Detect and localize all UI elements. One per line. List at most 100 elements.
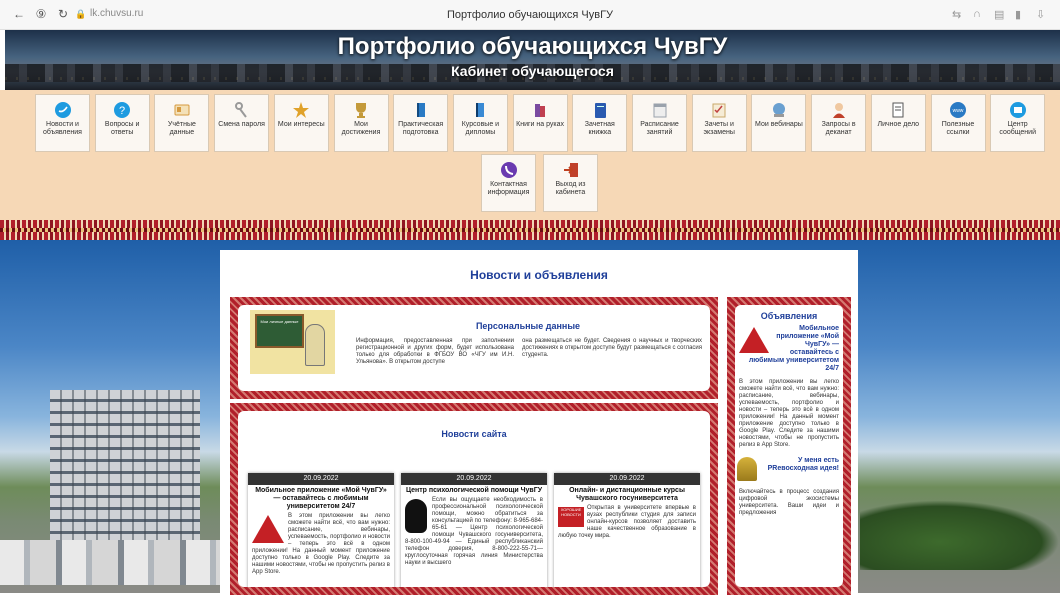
blackboard-caption: Мои личные данные	[260, 319, 299, 324]
svg-text:?: ?	[119, 105, 125, 117]
menu-item-record-book[interactable]: Зачетная книжка	[572, 94, 628, 152]
keys-icon	[234, 102, 247, 118]
classroom-illustration: Мои личные данные	[250, 310, 335, 374]
menu-item-www[interactable]: www Полезные ссылки	[930, 94, 986, 152]
record-book-icon	[594, 103, 606, 118]
news-card[interactable]: 20.09.2022 Центр психологической помощи …	[401, 473, 547, 587]
headphones-icon[interactable]: ∩	[973, 8, 981, 20]
menu-item-label: Книги на руках	[516, 121, 565, 128]
announcements-panel: Объявления Мобильное приложение «Мой Чув…	[727, 297, 851, 595]
menu-item-label: Выход из кабинета	[555, 181, 586, 196]
menu-item-message[interactable]: Центр сообщений	[990, 94, 1046, 152]
site-news-heading[interactable]: Новости сайта	[238, 429, 710, 439]
menu-item-id-card[interactable]: Учётные данные	[154, 94, 210, 152]
www-icon: www	[950, 102, 966, 118]
twitter-icon	[54, 102, 71, 118]
trophy-icon	[737, 457, 757, 481]
menu-item-book[interactable]: Практическая подготовка	[393, 94, 449, 152]
news-card[interactable]: 20.09.2022 Мобильное приложение «Мой Чув…	[248, 473, 394, 587]
file-icon	[892, 102, 904, 118]
trees	[860, 500, 1060, 570]
trophy-icon	[356, 103, 366, 118]
personal-data-text-right: она размещаться не будет. Сведения о нау…	[522, 338, 703, 358]
menu-item-label: Расписание занятий	[640, 121, 679, 136]
menu-item-label: Новости и объявления	[43, 121, 82, 136]
menu-item-label: Центр сообщений	[999, 121, 1036, 136]
svg-text:www: www	[953, 108, 964, 114]
ornament-border	[0, 220, 1060, 240]
news-date: 20.09.2022	[554, 473, 700, 485]
phone-icon	[500, 162, 517, 178]
site-title: Портфолио обучающихся ЧувГУ	[337, 33, 728, 60]
id-card-icon	[174, 104, 190, 116]
menu-item-keys[interactable]: Смена пароля	[214, 94, 270, 152]
menu-item-star[interactable]: Мои интересы	[273, 94, 329, 152]
menu-item-book-blue[interactable]: Курсовые и дипломы	[452, 94, 508, 152]
menu-item-label: Мои интересы	[277, 121, 325, 128]
warning-icon	[252, 515, 284, 543]
announcements-heading[interactable]: Объявления	[735, 311, 843, 321]
browser-toolbar: ← ⑨ ↻ 🔒 lk.chuvsu.ru Портфолио обучающих…	[0, 0, 1060, 30]
content-page: Новости и объявления Персональные данные…	[220, 250, 858, 595]
person-icon	[832, 103, 845, 118]
menu-item-label: Контактная информация	[487, 181, 530, 196]
personal-data-heading[interactable]: Персональные данные	[358, 321, 698, 331]
menu-item-exit[interactable]: Выход из кабинета	[543, 154, 598, 212]
menu-item-schedule[interactable]: Расписание занятий	[632, 94, 687, 152]
menu-item-label: Курсовые и дипломы	[461, 121, 500, 136]
site-subtitle: Кабинет обучающегося	[451, 63, 614, 79]
menu-item-person[interactable]: Запросы в деканат	[811, 94, 867, 152]
question-icon: ?	[114, 102, 131, 118]
menu-row-2: Контактная информация Выход из кабинета	[481, 154, 601, 214]
menu-item-label: Зачеты и экзамены	[703, 121, 735, 136]
bookmark-icon[interactable]: ▮	[1015, 8, 1021, 21]
news-title[interactable]: Центр психологической помощи ЧувГУ	[401, 485, 547, 497]
exit-icon	[563, 163, 578, 177]
personal-data-panel: Персональные данные Мои личные данные Ин…	[230, 297, 718, 399]
warning-icon	[739, 327, 769, 353]
announcement-text: В этом приложении вы легко сможете найти…	[739, 379, 839, 448]
download-icon[interactable]: ⇩	[1036, 8, 1045, 21]
parked-cars	[0, 540, 220, 585]
penguin-icon	[405, 499, 427, 533]
menu-item-question[interactable]: ? Вопросы и ответы	[94, 94, 150, 152]
menu-item-books[interactable]: Книги на руках	[512, 94, 568, 152]
menu-item-label: Вопросы и ответы	[104, 121, 140, 136]
menu-item-trophy[interactable]: Мои достижения	[333, 94, 389, 152]
menu-item-label: Полезные ссылки	[941, 121, 975, 136]
reader-icon[interactable]: ▤	[994, 8, 1004, 21]
menu-item-label: Личное дело	[877, 121, 920, 128]
checklist-icon	[712, 103, 726, 118]
webinar-icon	[772, 103, 785, 117]
news-card[interactable]: 20.09.2022 Онлайн- и дистанционные курсы…	[554, 473, 700, 587]
news-date: 20.09.2022	[401, 473, 547, 485]
menu-item-twitter[interactable]: Новости и объявления	[35, 94, 90, 152]
student-figure	[305, 324, 325, 366]
book-blue-icon	[476, 103, 485, 117]
schedule-icon	[653, 103, 666, 118]
main-menu: Новости и объявления? Вопросы и ответы Учё…	[0, 90, 1060, 220]
book-icon	[416, 103, 425, 117]
news-title[interactable]: Мобильное приложение «Мой ЧувГУ» — остав…	[248, 485, 394, 513]
blackboard: Мои личные данные	[255, 314, 304, 348]
menu-item-file[interactable]: Личное дело	[870, 94, 926, 152]
books-icon	[535, 104, 546, 117]
tab-title: Портфолио обучающихся ЧувГУ	[446, 9, 614, 21]
menu-item-label: Учётные данные	[167, 121, 196, 136]
personal-data-text-left: Информация, предоставленная при заполнен…	[356, 338, 514, 365]
menu-item-webinar[interactable]: Мои вебинары	[751, 94, 807, 152]
good-news-badge: ХОРОШИЕ НОВОСТИ	[558, 507, 584, 527]
river	[5, 82, 1060, 90]
page-title: Новости и объявления	[470, 268, 608, 282]
translate-icon[interactable]: ⇆	[952, 8, 961, 21]
news-date: 20.09.2022	[248, 473, 394, 485]
menu-item-phone[interactable]: Контактная информация	[481, 154, 536, 212]
star-icon	[293, 102, 310, 118]
menu-item-label: Мои вебинары	[755, 121, 803, 128]
menu-item-label: Смена пароля	[218, 121, 265, 128]
menu-item-label: Зачетная книжка	[584, 121, 615, 136]
menu-item-label: Практическая подготовка	[398, 121, 444, 136]
news-title[interactable]: Онлайн- и дистанционные курсы Чувашского…	[554, 485, 700, 505]
menu-item-checklist[interactable]: Зачеты и экзамены	[691, 94, 747, 152]
menu-row-1: Новости и объявления? Вопросы и ответы Учё…	[35, 94, 1060, 154]
